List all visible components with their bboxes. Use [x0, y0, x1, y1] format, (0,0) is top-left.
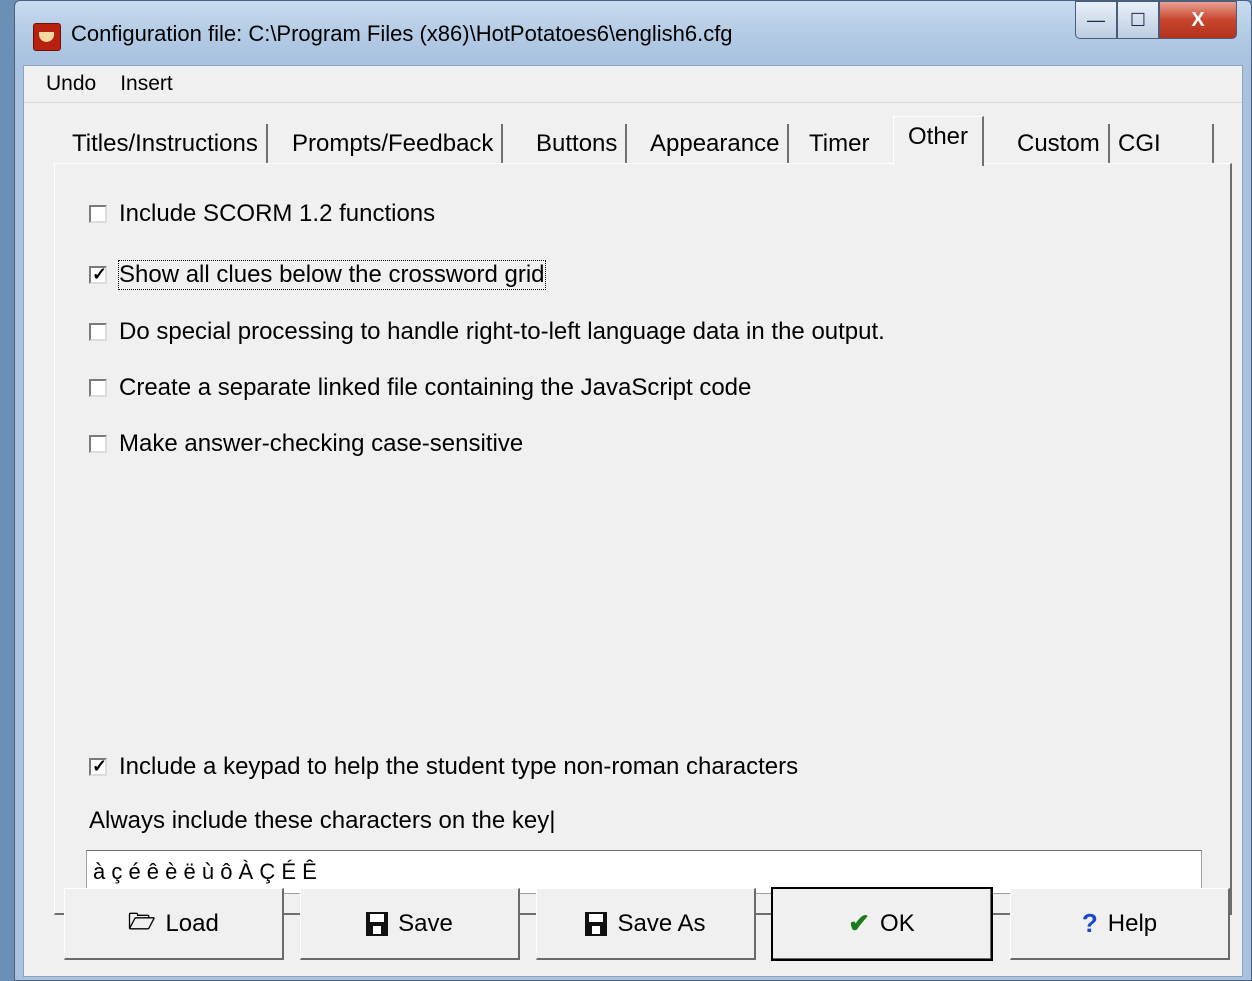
option-rtl-checkbox[interactable] [89, 323, 107, 341]
dialog-client-area: Undo Insert Titles/Instructions Prompts/… [23, 65, 1243, 977]
save-as-button[interactable]: Save As [536, 888, 756, 960]
hot-potatoes-app-icon[interactable] [33, 23, 61, 51]
tab-custom[interactable]: Custom [1009, 124, 1110, 164]
option-case-sensitive-label: Make answer-checking case-sensitive [119, 430, 524, 457]
option-rtl-row[interactable]: Do special processing to handle right-to… [89, 318, 885, 346]
maximize-icon: ☐ [1129, 9, 1147, 30]
option-case-sensitive-row[interactable]: Make answer-checking case-sensitive [89, 430, 523, 458]
question-mark-icon: ? [1081, 908, 1098, 938]
folder-icon: 🗁 [128, 908, 156, 934]
ok-button[interactable]: ✔ OK [771, 887, 993, 961]
option-separate-js-label: Create a separate linked file containing… [119, 374, 752, 401]
close-button[interactable]: X [1159, 1, 1237, 39]
option-scorm-row[interactable]: Include SCORM 1.2 functions [89, 200, 435, 228]
load-button[interactable]: 🗁 Load [64, 888, 284, 960]
option-show-clues-label: Show all clues below the crossword grid [118, 260, 546, 290]
save-button[interactable]: Save [300, 888, 520, 960]
other-tab-panel: Include SCORM 1.2 functions Show all clu… [54, 163, 1232, 915]
config-window: Configuration file: C:\Program Files (x8… [14, 0, 1252, 981]
caption-buttons: — ☐ X [1075, 1, 1237, 41]
tab-appearance[interactable]: Appearance [642, 124, 790, 164]
menu-bar: Undo Insert [24, 66, 1242, 103]
menu-insert[interactable]: Insert [118, 72, 175, 96]
load-button-label: Load [165, 909, 219, 937]
tab-timer[interactable]: Timer [801, 124, 877, 164]
tab-buttons[interactable]: Buttons [528, 124, 628, 164]
tab-other[interactable]: Other [893, 116, 985, 166]
save-as-button-label: Save As [617, 909, 706, 937]
close-icon: X [1191, 8, 1205, 31]
button-bar: 🗁 Load Save Save As ✔ OK ? Help [60, 887, 1230, 963]
option-keypad-row[interactable]: Include a keypad to help the student typ… [89, 753, 798, 781]
option-show-clues-checkbox[interactable] [89, 264, 107, 285]
tab-cgi[interactable]: CGI [1110, 124, 1214, 164]
minimize-button[interactable]: — [1075, 1, 1117, 39]
floppy-disk-icon [366, 911, 389, 936]
help-button[interactable]: ? Help [1010, 888, 1230, 960]
minimize-icon: — [1087, 9, 1105, 30]
keypad-chars-label: Always include these characters on the k… [89, 807, 556, 834]
maximize-button[interactable]: ☐ [1117, 1, 1159, 39]
option-rtl-label: Do special processing to handle right-to… [119, 318, 885, 345]
tab-strip: Titles/Instructions Prompts/Feedback But… [64, 116, 1224, 166]
option-show-clues-row[interactable]: Show all clues below the crossword grid [89, 260, 546, 290]
option-keypad-label: Include a keypad to help the student typ… [119, 753, 799, 780]
floppy-disk-question-icon [585, 911, 608, 936]
tab-titles-instructions[interactable]: Titles/Instructions [64, 124, 268, 164]
option-separate-js-checkbox[interactable] [89, 379, 107, 397]
option-scorm-label: Include SCORM 1.2 functions [119, 200, 436, 227]
option-scorm-checkbox[interactable] [89, 205, 107, 223]
ok-button-label: OK [880, 909, 915, 937]
option-case-sensitive-checkbox[interactable] [89, 435, 107, 453]
checkmark-icon: ✔ [848, 908, 871, 938]
option-keypad-checkbox[interactable] [89, 756, 107, 777]
save-button-label: Save [398, 909, 453, 937]
help-button-label: Help [1107, 909, 1158, 937]
option-separate-js-row[interactable]: Create a separate linked file containing… [89, 374, 751, 402]
title-bar[interactable]: Configuration file: C:\Program Files (x8… [15, 1, 1251, 65]
tab-prompts-feedback[interactable]: Prompts/Feedback [284, 124, 504, 164]
window-title: Configuration file: C:\Program Files (x8… [71, 21, 733, 46]
menu-undo[interactable]: Undo [44, 72, 98, 96]
